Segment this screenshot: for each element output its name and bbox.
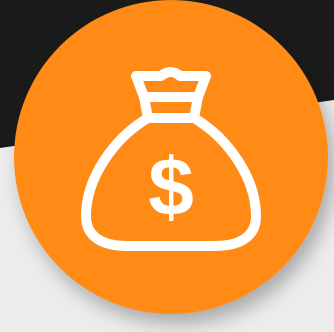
orange-circle-badge: $ [14, 0, 328, 314]
money-bag-icon: $ [14, 0, 328, 314]
icon-canvas: $ [0, 0, 334, 332]
dollar-symbol: $ [148, 142, 194, 233]
